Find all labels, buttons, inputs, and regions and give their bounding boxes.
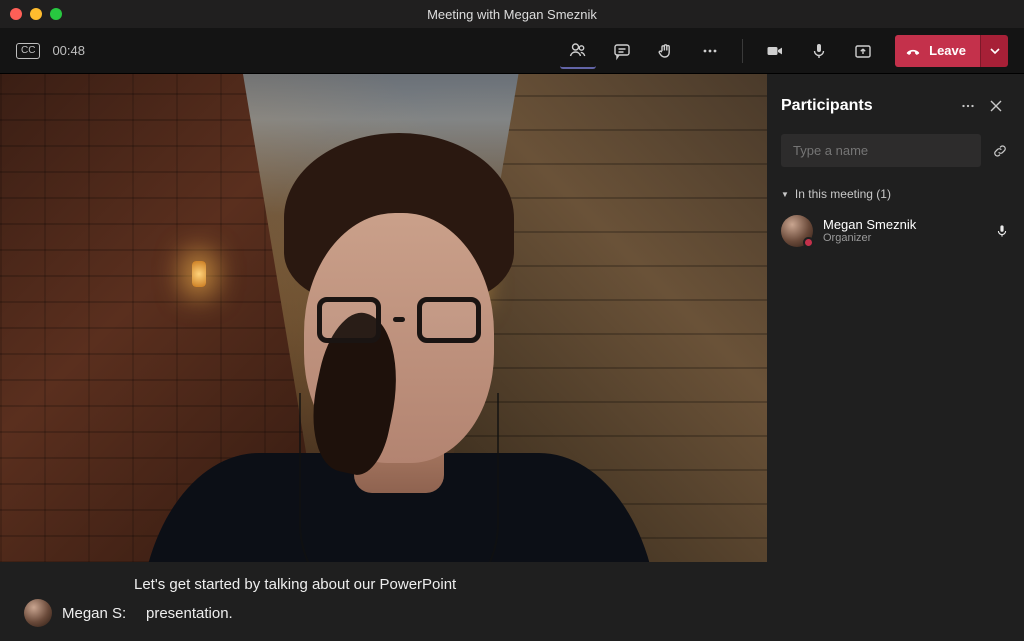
caret-down-icon: ▼: [781, 190, 789, 199]
participant-role: Organizer: [823, 232, 984, 245]
camera-icon: [765, 41, 785, 61]
participant-mic-status[interactable]: [994, 223, 1010, 239]
raise-hand-button[interactable]: [648, 33, 684, 69]
raise-hand-icon: [656, 41, 676, 61]
microphone-icon: [809, 41, 829, 61]
close-window-button[interactable]: [10, 8, 22, 20]
hang-up-icon: [905, 43, 921, 59]
leave-button-label: Leave: [929, 43, 966, 58]
window-controls: [10, 8, 62, 20]
caption-line: presentation.: [146, 605, 233, 622]
close-icon: [989, 99, 1003, 113]
panel-close-button[interactable]: [982, 92, 1010, 120]
section-header-in-meeting[interactable]: ▼ In this meeting (1): [781, 187, 1010, 201]
more-actions-button[interactable]: [692, 33, 728, 69]
caption-speaker-avatar: [24, 599, 52, 627]
panel-more-button[interactable]: [954, 92, 982, 120]
share-screen-button[interactable]: [845, 33, 881, 69]
avatar: [781, 215, 813, 247]
live-captions: Let's get started by talking about our P…: [0, 562, 767, 641]
microphone-icon: [994, 223, 1010, 239]
chat-icon: [612, 41, 632, 61]
participants-panel: Participants ▼ In this meeting (1): [767, 74, 1024, 641]
mic-toggle-button[interactable]: [801, 33, 837, 69]
panel-title: Participants: [781, 97, 954, 115]
caption-line: Let's get started by talking about our P…: [134, 572, 743, 598]
toolbar-separator: [742, 39, 743, 63]
share-invite-button[interactable]: [989, 134, 1010, 167]
participant-name: Megan Smeznik: [823, 217, 984, 233]
caption-speaker-name: Megan S:: [62, 605, 136, 622]
ellipsis-icon: [959, 97, 977, 115]
camera-toggle-button[interactable]: [757, 33, 793, 69]
share-tray-icon: [853, 41, 873, 61]
window-title: Meeting with Megan Smeznik: [0, 7, 1024, 22]
titlebar: Meeting with Megan Smeznik: [0, 0, 1024, 28]
section-label: In this meeting (1): [795, 187, 891, 201]
ellipsis-icon: [700, 41, 720, 61]
meeting-toolbar: CC 00:48: [0, 28, 1024, 74]
video-stage: Let's get started by talking about our P…: [0, 74, 767, 641]
main-area: Let's get started by talking about our P…: [0, 74, 1024, 641]
chevron-down-icon: [989, 45, 1001, 57]
meeting-elapsed-time: 00:48: [52, 43, 85, 58]
participant-row[interactable]: Megan Smeznik Organizer: [781, 209, 1010, 253]
leave-button[interactable]: Leave: [895, 35, 980, 67]
participants-button[interactable]: [560, 33, 596, 69]
link-icon: [991, 142, 1009, 160]
closed-captions-indicator[interactable]: CC: [16, 43, 40, 59]
fullscreen-window-button[interactable]: [50, 8, 62, 20]
people-icon: [568, 40, 588, 60]
participant-search-input[interactable]: [781, 134, 981, 167]
chat-button[interactable]: [604, 33, 640, 69]
presence-badge: [803, 237, 814, 248]
minimize-window-button[interactable]: [30, 8, 42, 20]
leave-options-button[interactable]: [980, 35, 1008, 67]
